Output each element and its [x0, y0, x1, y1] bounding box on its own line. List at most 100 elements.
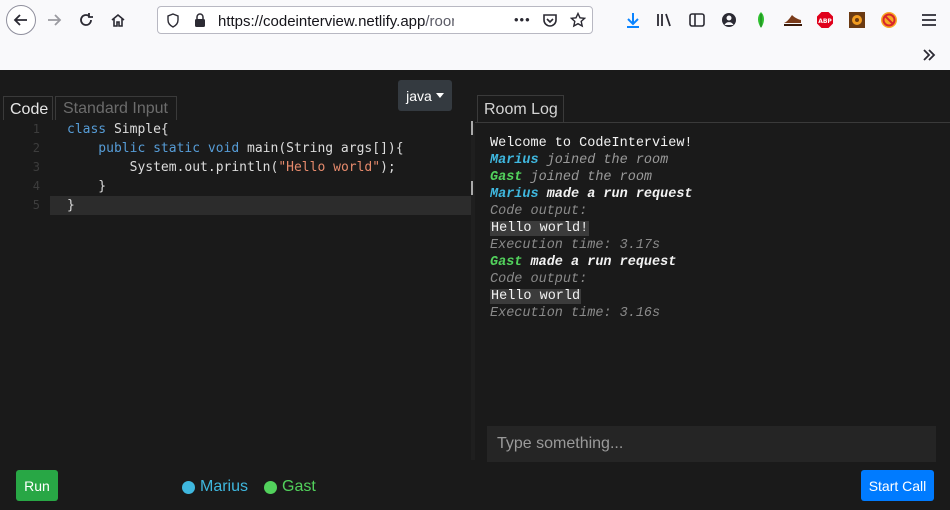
remote-cursor-marker: [471, 181, 473, 195]
home-button[interactable]: [104, 6, 132, 34]
participant-gast: Gast: [264, 478, 316, 496]
code-editor[interactable]: 1 2 3 4 5 class Simple{ public static vo…: [0, 120, 475, 460]
adblock-icon: ABP: [817, 12, 833, 28]
extension-gear[interactable]: [847, 10, 867, 30]
gear-icon: [849, 12, 865, 28]
code-token: public static void: [67, 141, 240, 156]
star-icon[interactable]: [570, 12, 586, 28]
sidebar-button[interactable]: [687, 10, 707, 30]
address-bar[interactable]: https://codeinterview.netlify.app/room/1…: [157, 6, 593, 34]
log-text: made a run request: [538, 187, 693, 202]
download-icon: [627, 13, 639, 28]
overflow-button[interactable]: [919, 45, 939, 65]
remote-cursor-marker: [471, 121, 473, 135]
chevron-double-right-icon: [923, 49, 936, 61]
log-output-value: Hello world!: [490, 221, 590, 236]
participant-marius: Marius: [182, 478, 248, 496]
language-label: java: [406, 87, 432, 104]
code-content[interactable]: class Simple{ public static void main(St…: [67, 120, 404, 215]
code-line: }: [67, 177, 404, 196]
code-line: class Simple{: [67, 120, 404, 139]
log-entry: Gast made a run request: [490, 254, 693, 271]
code-line: System.out.println("Hello world");: [67, 158, 404, 177]
tab-room-log[interactable]: Room Log: [477, 95, 564, 122]
reload-button[interactable]: [72, 6, 100, 34]
caret-down-icon: [435, 93, 444, 98]
code-token: Simple{: [106, 122, 169, 137]
code-line: public static void main(String args[]){: [67, 139, 404, 158]
reload-icon: [80, 13, 93, 26]
code-token: System.out.println(: [67, 160, 279, 175]
arrow-left-icon: [13, 14, 27, 26]
toolbar-overflow-row: [0, 40, 950, 71]
code-token: }: [67, 198, 75, 213]
room-log-panel: Welcome to CodeInterview! Marius joined …: [475, 122, 950, 427]
arrow-right-icon: [48, 14, 62, 26]
participant-name: Gast: [282, 478, 316, 495]
status-dot: [264, 480, 277, 494]
log-exec-time: Execution time: 3.16s: [490, 306, 661, 321]
url-text: https://codeinterview.netlify.app/room/1…: [218, 13, 454, 30]
page-actions-button[interactable]: •••: [514, 12, 531, 27]
log-output: Hello world: [490, 288, 693, 305]
home-icon: [111, 13, 125, 27]
tab-code[interactable]: Code: [3, 96, 53, 121]
adblock-button[interactable]: ABP: [815, 10, 835, 30]
log-entry: Gast joined the room: [490, 169, 693, 186]
log-output: Hello world!: [490, 220, 693, 237]
shield-icon: [167, 13, 179, 28]
code-string: "Hello world": [278, 160, 381, 175]
sidebar-icon: [689, 13, 705, 27]
leaf-icon: [758, 12, 764, 28]
run-button[interactable]: Run: [16, 470, 58, 501]
log-output-label: Code output:: [490, 272, 588, 287]
block-icon: [881, 12, 897, 28]
lock-icon: [195, 13, 205, 27]
status-dot: [182, 480, 195, 494]
log-text: made a run request: [522, 255, 677, 270]
log-text: joined the room: [538, 153, 669, 168]
line-number: 2: [32, 141, 40, 155]
tab-standard-input[interactable]: Standard Input: [55, 96, 177, 121]
pocket-icon[interactable]: [542, 13, 558, 28]
log-output-label: Code output:: [490, 204, 588, 219]
browser-toolbar: https://codeinterview.netlify.app/room/1…: [0, 0, 950, 40]
code-token: );: [380, 160, 396, 175]
log-user: Gast: [490, 170, 523, 185]
app-root: java Code Standard Input 1 2 3 4 5 class…: [0, 70, 950, 510]
room-log: Welcome to CodeInterview! Marius joined …: [490, 135, 693, 322]
log-user: Marius: [490, 187, 539, 202]
log-user: Gast: [490, 255, 523, 270]
extension-leaf[interactable]: [751, 10, 771, 30]
back-button[interactable]: [6, 5, 36, 35]
code-token: }: [67, 179, 107, 194]
line-number: 5: [32, 198, 40, 212]
account-icon: [722, 13, 736, 27]
svg-text:ABP: ABP: [818, 18, 832, 25]
line-number-gutter: 1 2 3 4 5: [0, 120, 50, 215]
downloads-button[interactable]: [623, 10, 643, 30]
language-select[interactable]: java: [398, 80, 452, 111]
code-token: class: [67, 122, 107, 137]
library-button[interactable]: [655, 10, 675, 30]
log-user: Marius: [490, 153, 539, 168]
shoe-icon: [784, 15, 802, 26]
log-exec-time: Execution time: 3.17s: [490, 238, 661, 253]
participant-name: Marius: [200, 478, 249, 495]
extension-shoe[interactable]: [783, 10, 803, 30]
code-line: }: [67, 196, 404, 215]
code-token: main(String args[]){: [239, 141, 404, 156]
menu-button[interactable]: [919, 10, 939, 30]
forward-button[interactable]: [40, 6, 68, 34]
message-input[interactable]: [487, 426, 936, 462]
log-entry: Marius made a run request: [490, 186, 693, 203]
start-call-button[interactable]: Start Call: [861, 470, 934, 501]
library-icon: [657, 13, 671, 27]
extension-block[interactable]: [879, 10, 899, 30]
log-text: joined the room: [522, 170, 653, 185]
line-number: 4: [32, 179, 40, 193]
log-entry: Marius joined the room: [490, 152, 693, 169]
log-welcome: Welcome to CodeInterview!: [490, 136, 693, 151]
log-output-value: Hello world: [490, 289, 582, 304]
account-button[interactable]: [719, 10, 739, 30]
